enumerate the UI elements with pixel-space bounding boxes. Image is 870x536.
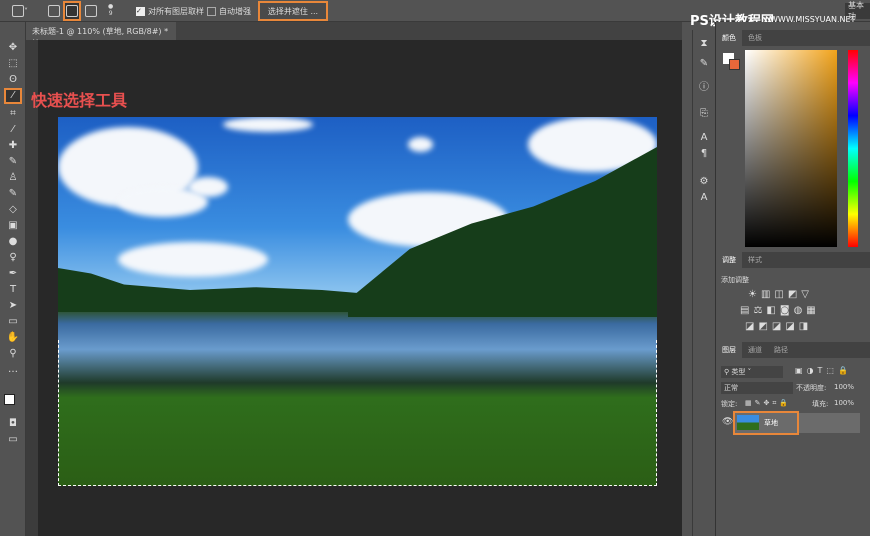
eyedropper-tool[interactable]: ⁄: [6, 124, 20, 136]
adjustment-icons-row-2[interactable]: ▤⚖◧◙◍▦: [740, 305, 820, 316]
vertical-ruler: [26, 40, 38, 536]
lock-label: 锁定:: [721, 400, 738, 408]
checkbox-icon: [207, 6, 216, 16]
opacity-label: 不透明度:: [796, 384, 827, 392]
tab-paths[interactable]: 路径: [768, 345, 794, 355]
layer-filter-icons[interactable]: ▣◑T⬚🔒: [795, 366, 852, 375]
adjustments-panel-header: 调整 样式: [716, 252, 870, 268]
brush-new-icon: [48, 5, 60, 17]
color-panel-header: 颜色 色板: [716, 30, 870, 46]
color-background-swatch[interactable]: [729, 59, 740, 70]
tool-annotation: 快速选择工具: [31, 91, 128, 110]
layers-panel-header: 图层 通道 路径: [716, 342, 870, 358]
brush-add-icon: [66, 5, 78, 17]
select-and-mask-button[interactable]: 选择并遮住 ...: [258, 1, 328, 21]
color-picker-field[interactable]: [745, 50, 837, 247]
panel-icon-strip: ⧗ ✎ ⓘ ⎘ A ¶ ⚙ A: [692, 30, 714, 536]
paragraph-icon[interactable]: ¶: [697, 148, 711, 160]
brush-subtract-icon: [85, 5, 97, 17]
selection-marquee: [58, 340, 657, 486]
foreground-color-swatch[interactable]: [4, 394, 15, 405]
add-to-selection-button[interactable]: [63, 1, 81, 21]
checkbox-checked-icon: ✓: [136, 6, 145, 16]
fill-label: 填充:: [812, 400, 829, 408]
stamp-tool[interactable]: ♙: [6, 172, 20, 184]
blur-tool[interactable]: ●: [6, 236, 20, 248]
tool-preset-picker[interactable]: ˅: [12, 3, 28, 19]
brush-settings-icon[interactable]: ✎: [697, 58, 711, 70]
brush-tool[interactable]: ✎: [6, 156, 20, 168]
marquee-tool[interactable]: ⬚: [6, 58, 20, 70]
subtract-selection-button[interactable]: [85, 3, 97, 19]
hue-slider[interactable]: [848, 50, 858, 247]
brush-size-picker[interactable]: ● 9: [108, 3, 113, 19]
tab-channels[interactable]: 通道: [742, 345, 768, 355]
brush-dot-icon: ●: [108, 3, 114, 10]
tab-adjustments[interactable]: 调整: [716, 252, 742, 268]
glyphs-icon[interactable]: A: [697, 192, 711, 204]
lasso-tool[interactable]: ʘ: [6, 74, 20, 86]
screen-mode-button[interactable]: ▭: [6, 434, 20, 446]
tab-swatches[interactable]: 色板: [742, 33, 768, 43]
info-icon[interactable]: ⓘ: [697, 82, 711, 94]
gradient-tool[interactable]: ▣: [6, 220, 20, 232]
adjustment-icons-row-3[interactable]: ◪◩◪◪◨: [745, 321, 812, 332]
dodge-tool[interactable]: ♀: [6, 252, 20, 264]
path-select-tool[interactable]: ➤: [6, 300, 20, 312]
layer-highlight: [733, 411, 799, 435]
quick-mask-button[interactable]: ◘: [6, 418, 20, 430]
more-tools[interactable]: …: [6, 364, 20, 376]
toolbar: ✥ ⬚ ʘ ⁄ ⌗ ⁄ ✚ ✎ ♙ ✎ ◇ ▣ ● ♀ ✒ T ➤ ▭ ✋ ⚲ …: [0, 22, 26, 536]
character-icon[interactable]: A: [697, 132, 711, 144]
adjustment-icons-row-1[interactable]: ☀▥◫◩▽: [748, 289, 813, 300]
tab-color[interactable]: 颜色: [716, 30, 742, 46]
pen-tool[interactable]: ✒: [6, 268, 20, 280]
lock-icons[interactable]: ▦✎✥⌗🔒: [745, 399, 791, 408]
tab-layers[interactable]: 图层: [716, 342, 742, 358]
opacity-input[interactable]: 100%: [834, 383, 854, 391]
new-selection-button[interactable]: [48, 3, 60, 19]
layer-filter-select[interactable]: ⚲ 类型 ˅: [721, 366, 783, 378]
shape-tool[interactable]: ▭: [6, 316, 20, 328]
fill-input[interactable]: 100%: [834, 399, 854, 407]
move-tool[interactable]: ✥: [6, 42, 20, 54]
zoom-tool[interactable]: ⚲: [6, 348, 20, 360]
eraser-tool[interactable]: ◇: [6, 204, 20, 216]
clone-source-icon[interactable]: ⎘: [697, 108, 711, 120]
auto-enhance-checkbox[interactable]: 自动增强: [207, 3, 251, 19]
crop-tool[interactable]: ⌗: [6, 108, 20, 120]
quick-select-tool[interactable]: ⁄: [4, 88, 22, 104]
type-tool[interactable]: T: [6, 284, 20, 296]
add-adjustment-label: 添加调整: [721, 276, 749, 284]
visibility-eye-icon[interactable]: 👁: [722, 417, 733, 427]
tool-presets-icon[interactable]: ⚙: [697, 176, 711, 188]
history-icon[interactable]: ⧗: [697, 38, 711, 50]
quick-select-icon: [12, 5, 24, 17]
history-brush-tool[interactable]: ✎: [6, 188, 20, 200]
healing-tool[interactable]: ✚: [6, 140, 20, 152]
hand-tool[interactable]: ✋: [6, 332, 20, 344]
sample-all-layers-checkbox[interactable]: ✓ 对所有图层取样: [136, 3, 204, 19]
tab-styles[interactable]: 样式: [742, 255, 768, 265]
blend-mode-select[interactable]: 正常: [721, 382, 793, 394]
document-tab[interactable]: 未标题-1 @ 110% (草地, RGB/8#) * ×: [26, 22, 176, 46]
